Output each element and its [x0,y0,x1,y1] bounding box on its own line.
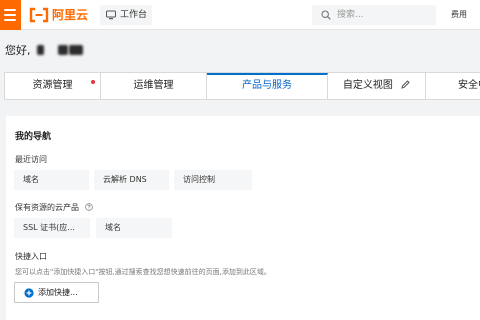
recent-item-access-control[interactable]: 访问控制 [174,170,252,190]
my-navigation-panel: 我的导航 最近访问 域名 云解析 DNS 访问控制 保有资源的云产品 SSL 证… [6,116,480,320]
top-bar: 阿里云 工作台 搜索... 费用 [0,0,480,30]
add-circle-icon [24,288,34,298]
help-icon[interactable] [84,203,93,211]
search-icon [321,10,331,20]
workbench-label: 工作台 [120,10,148,20]
tab-label: 资源管理 [32,80,73,91]
tab-custom-view[interactable]: 自定义视图 [328,73,426,99]
tab-label: 运维管理 [133,80,174,91]
search-placeholder: 搜索... [337,10,364,20]
panel-title: 我的导航 [15,132,52,142]
tab-products-services[interactable]: 产品与服务 [207,73,328,99]
logo-text: 阿里云 [52,8,89,22]
menu-icon[interactable] [0,0,21,30]
add-shortcut-button[interactable]: 添加快捷... [14,282,99,303]
greeting-text: 您好, [5,44,31,57]
workbench-icon [106,10,116,20]
shortcuts-hint: 您可以点击"添加快捷入口"按钮,通过搜索查找您想快速前往的页面,添加到此区域。 [15,268,271,276]
owned-products-section: 保有资源的云产品 [15,202,93,213]
recent-item-dns[interactable]: 云解析 DNS [94,170,169,190]
tab-bar: 资源管理 运维管理 产品与服务 自定义视图 安全中 [4,72,480,100]
shortcuts-label: 快捷入口 [15,252,47,261]
edit-icon[interactable] [401,80,410,89]
tab-label: 产品与服务 [242,80,292,91]
owned-item-domain[interactable]: 域名 [96,218,172,238]
owned-products-label: 保有资源的云产品 [15,203,79,212]
tab-resource-management[interactable]: 资源管理 [5,73,101,99]
fee-link[interactable]: 费用 [451,0,467,30]
aliyun-logo-icon [29,7,49,23]
recent-visits-label: 最近访问 [15,155,47,164]
search-input[interactable]: 搜索... [312,5,436,25]
recent-item-domain[interactable]: 域名 [14,170,89,190]
owned-item-ssl[interactable]: SSL 证书(应... [14,218,90,238]
add-shortcut-label: 添加快捷... [38,288,78,297]
tab-label: 安全中 [458,80,480,91]
redacted-name [69,45,83,55]
tab-security[interactable]: 安全中 [426,73,480,99]
redacted-name [37,45,44,55]
notification-dot [91,80,95,84]
workbench-button[interactable]: 工作台 [100,5,152,25]
redacted-name [58,45,68,55]
tab-label: 自定义视图 [342,80,393,91]
tab-ops-management[interactable]: 运维管理 [101,73,207,99]
